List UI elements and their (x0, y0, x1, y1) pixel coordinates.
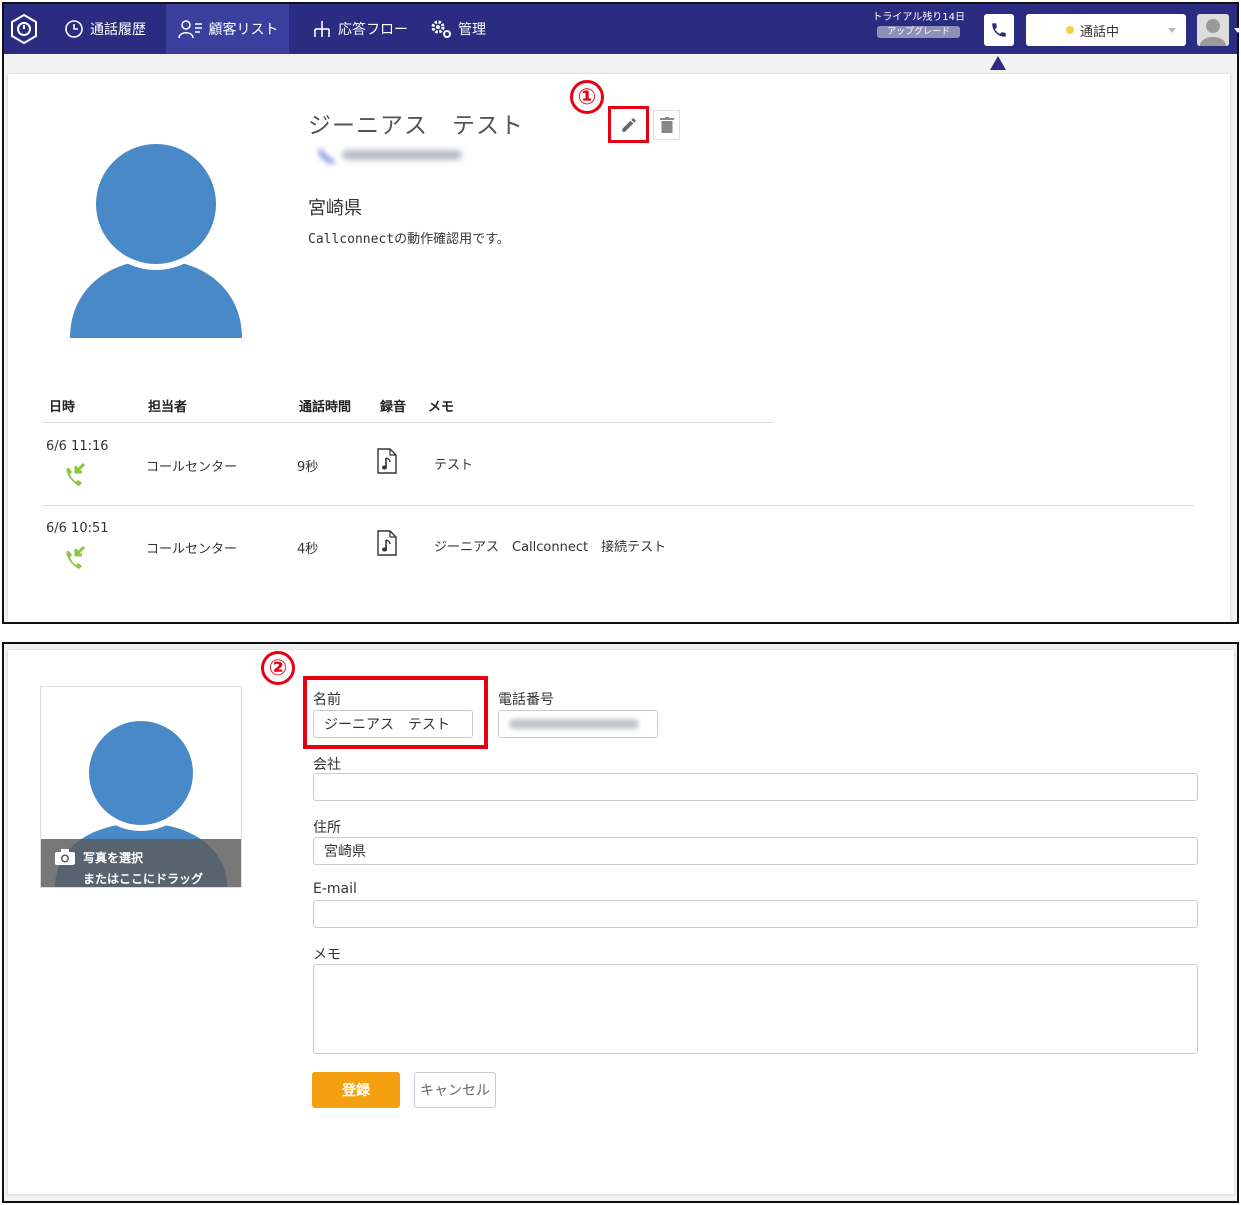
address-label: 住所 (313, 820, 341, 836)
clock-icon (65, 20, 83, 38)
person-icon (70, 138, 242, 338)
memo-label: メモ (313, 947, 341, 963)
callout-one: ① (570, 80, 604, 114)
customer-memo: Callconnectの動作確認用です。 (308, 232, 510, 247)
avatar-icon (1197, 14, 1229, 46)
trash-icon (659, 117, 674, 133)
company-input[interactable] (313, 773, 1198, 801)
photo-drag-label: またはここにドラッグ (83, 872, 204, 886)
music-file-icon[interactable] (377, 530, 397, 560)
nav-label: 管理 (458, 22, 486, 38)
music-file-icon[interactable] (377, 448, 397, 478)
pencil-icon (621, 117, 636, 132)
col-datetime: 日時 (49, 400, 76, 415)
nav-label: 応答フロー (338, 22, 408, 38)
col-recording: 録音 (380, 400, 407, 415)
call-status-select[interactable]: 通話中 (1026, 14, 1186, 46)
col-agent: 担当者 (148, 400, 188, 415)
user-avatar-button[interactable] (1197, 14, 1229, 46)
customer-avatar (68, 138, 244, 338)
status-dot (1066, 26, 1074, 34)
cancel-button[interactable]: キャンセル (414, 1072, 496, 1108)
photo-overlay[interactable]: 写真を選択 またはここにドラッグ (41, 839, 241, 887)
nav-customer-list[interactable]: 顧客リスト (166, 4, 289, 54)
delete-button[interactable] (653, 110, 680, 140)
chevron-down-icon (1168, 28, 1176, 33)
row-agent: コールセンター (146, 542, 238, 557)
row-memo: テスト (434, 458, 474, 473)
flow-icon (314, 21, 330, 37)
phone-icon (992, 23, 1006, 37)
row-agent: コールセンター (146, 460, 238, 475)
table-header-divider (42, 422, 774, 423)
name-label: 名前 (313, 692, 341, 708)
upgrade-button[interactable]: アップグレード (877, 26, 961, 38)
row-duration: 9秒 (297, 460, 319, 475)
submit-button[interactable]: 登録 (312, 1072, 400, 1108)
status-value: 通話中 (1080, 24, 1120, 40)
app-logo[interactable] (8, 13, 40, 45)
customer-name: ジーニアス テスト (308, 113, 524, 139)
nav-label: 通話履歴 (90, 22, 146, 38)
phone-label: 電話番号 (498, 692, 554, 708)
incoming-call-icon (62, 460, 90, 494)
row-datetime: 6/6 11:16 (46, 439, 109, 454)
email-label: E-mail (313, 881, 357, 897)
edit-button[interactable] (608, 106, 649, 143)
memo-textarea[interactable] (313, 964, 1198, 1054)
address-input[interactable]: 宮崎県 (313, 837, 1198, 865)
incoming-call-icon (62, 543, 90, 577)
nav-call-history[interactable]: 通話履歴 (52, 4, 158, 54)
company-label: 会社 (313, 757, 341, 773)
col-duration: 通話時間 (299, 400, 352, 415)
customer-phone-blurred (316, 144, 466, 166)
top-navbar: 通話履歴 顧客リスト 応答フロー 管理 トライアル残り14日 アップグレード 通… (4, 4, 1241, 54)
name-input[interactable]: ジーニアス テスト (313, 710, 473, 738)
row-datetime: 6/6 10:51 (46, 521, 109, 536)
trial-remaining: トライアル残り14日 (872, 12, 965, 23)
phone-button[interactable] (984, 14, 1014, 46)
col-memo: メモ (428, 400, 455, 415)
user-list-icon (177, 20, 202, 39)
nav-response-flow[interactable]: 応答フロー (302, 4, 418, 54)
photo-select-label: 写真を選択 (83, 851, 144, 865)
customer-prefecture: 宮崎県 (308, 198, 362, 219)
callout-two: ② (261, 651, 295, 685)
email-input[interactable] (313, 900, 1198, 928)
gear-icon (431, 20, 451, 38)
phone-value-blurred (509, 719, 639, 729)
phone-input[interactable] (498, 710, 658, 738)
logo-icon (11, 13, 37, 45)
row-memo: ジーニアス Callconnect 接続テスト (434, 540, 667, 555)
row-divider (42, 505, 1195, 506)
row-duration: 4秒 (297, 542, 319, 557)
camera-icon (55, 849, 75, 865)
nav-label: 顧客リスト (208, 22, 279, 38)
nav-admin[interactable]: 管理 (420, 4, 496, 54)
photo-upload-area[interactable]: 写真を選択 またはここにドラッグ (40, 686, 242, 888)
user-menu-caret-icon[interactable] (1234, 28, 1241, 33)
trial-info: トライアル残り14日 アップグレード (872, 12, 965, 38)
dropdown-pointer (990, 56, 1006, 70)
